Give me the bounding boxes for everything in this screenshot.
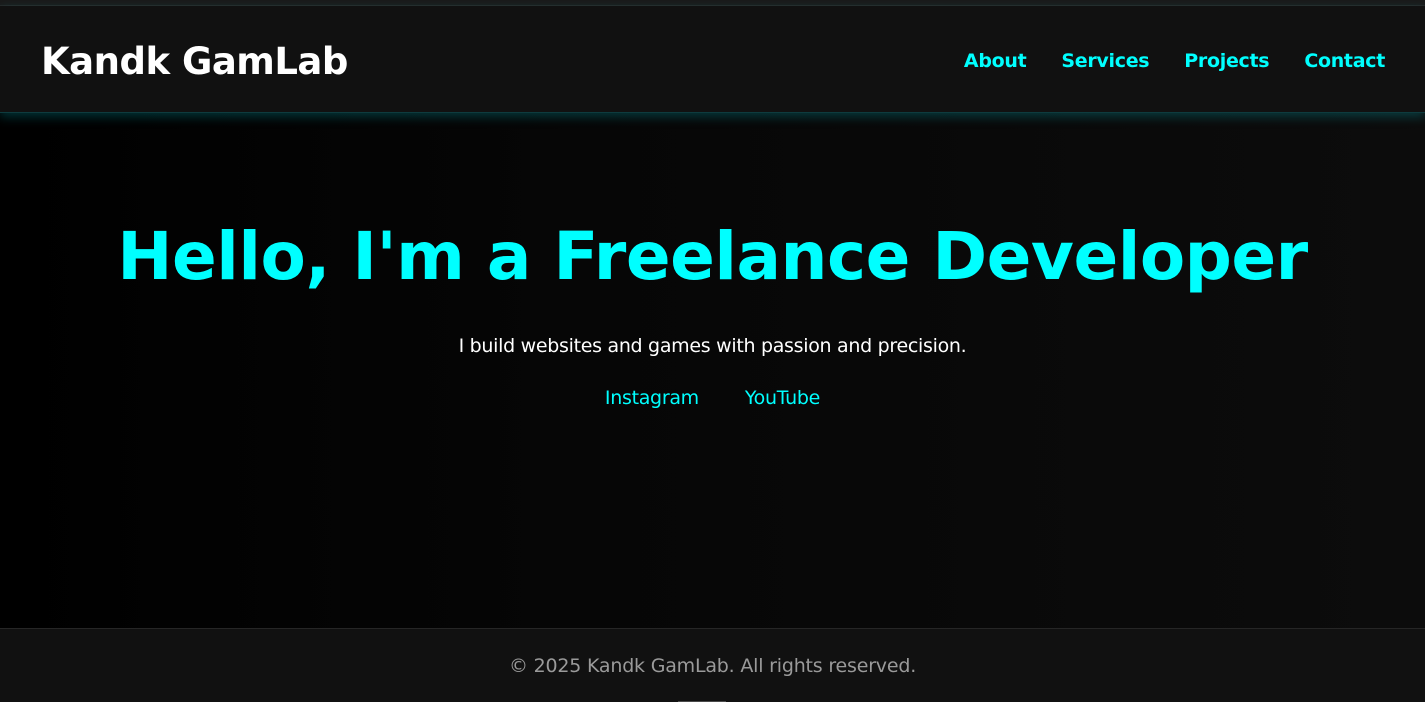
page: Kandk GamLab About Services Projects Con… xyxy=(0,0,1425,702)
youtube-link[interactable]: YouTube xyxy=(745,387,820,409)
hero-title: Hello, I'm a Freelance Developer xyxy=(117,218,1308,295)
site-logo[interactable]: Kandk GamLab xyxy=(41,40,348,83)
nav-link-services[interactable]: Services xyxy=(1061,50,1149,72)
nav-link-projects[interactable]: Projects xyxy=(1184,50,1269,72)
site-footer: © 2025 Kandk GamLab. All rights reserved… xyxy=(0,628,1425,702)
hero-section: Hello, I'm a Freelance Developer I build… xyxy=(0,120,1425,628)
nav-link-about[interactable]: About xyxy=(964,50,1027,72)
instagram-link[interactable]: Instagram xyxy=(605,387,699,409)
nav-link-contact[interactable]: Contact xyxy=(1304,50,1385,72)
main-nav: About Services Projects Contact xyxy=(964,50,1385,72)
footer-copyright: © 2025 Kandk GamLab. All rights reserved… xyxy=(508,655,917,677)
hero-subtitle: I build websites and games with passion … xyxy=(458,335,967,357)
social-links: Instagram YouTube xyxy=(0,387,1425,409)
site-header: Kandk GamLab About Services Projects Con… xyxy=(0,6,1425,113)
